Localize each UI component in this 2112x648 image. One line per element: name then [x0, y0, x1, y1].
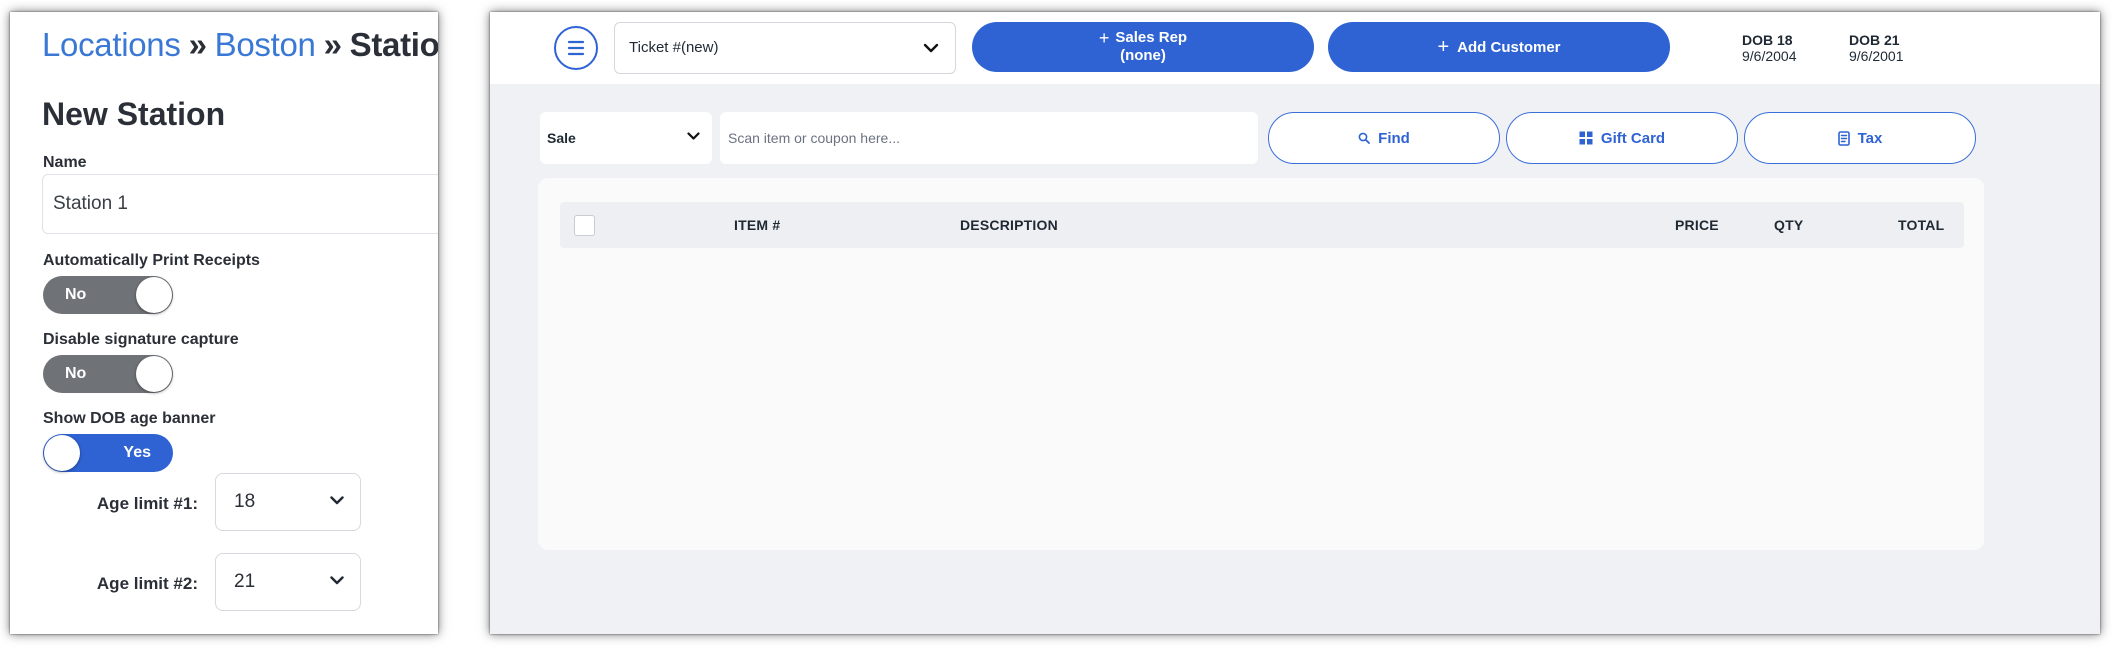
station-name-input[interactable] — [42, 174, 438, 234]
ticket-items-card: ITEM # DESCRIPTION PRICE QTY TOTAL — [538, 178, 1984, 550]
age-limit-2-label: Age limit #2: — [96, 574, 198, 593]
dob-banner-date: 9/6/2004 — [1742, 48, 1797, 64]
column-header-price: PRICE — [1675, 217, 1719, 233]
name-label: Name — [43, 154, 87, 171]
dob-banner-label: DOB 21 — [1849, 32, 1900, 48]
disable-signature-toggle[interactable]: No — [43, 355, 173, 393]
add-customer-label: Add Customer — [1457, 38, 1561, 56]
age-limit-2-select[interactable]: 21 — [215, 553, 361, 611]
receipt-icon — [1837, 130, 1850, 146]
age-limit-1-select[interactable]: 18 — [215, 473, 361, 531]
page-title: New Station — [42, 96, 226, 132]
column-header-item: ITEM # — [734, 217, 781, 233]
find-button[interactable]: Find — [1268, 112, 1500, 164]
search-icon — [1358, 132, 1371, 144]
column-header-qty: QTY — [1774, 217, 1804, 233]
disable-signature-label: Disable signature capture — [43, 331, 239, 348]
column-header-description: DESCRIPTION — [960, 217, 1058, 233]
hamburger-icon — [567, 40, 585, 56]
scan-item-input[interactable] — [720, 112, 1258, 164]
toggle-knob — [136, 277, 172, 313]
breadcrumb: Locations»Boston»Stations — [42, 26, 438, 64]
sales-rep-label: Sales Rep — [1115, 29, 1188, 46]
breadcrumb-locations-link[interactable]: Locations — [42, 26, 181, 63]
station-settings-panel: Locations»Boston»Stations New Station Na… — [10, 12, 438, 634]
toggle-state-label: No — [65, 286, 87, 303]
chevron-down-icon — [923, 43, 939, 53]
tax-button[interactable]: Tax — [1744, 112, 1976, 164]
breadcrumb-boston-link[interactable]: Boston — [215, 26, 316, 63]
pos-ticket-panel: Ticket #(new) + Sales Rep (none) + Add C… — [490, 12, 2100, 634]
pos-header: Ticket #(new) + Sales Rep (none) + Add C… — [490, 12, 2100, 84]
age-limit-1-label: Age limit #1: — [96, 494, 198, 513]
select-all-checkbox[interactable] — [574, 215, 595, 236]
dob-banner-18: DOB 18 9/6/2004 — [1742, 32, 1797, 64]
breadcrumb-separator: » — [323, 26, 342, 63]
dob-banner-label: Show DOB age banner — [43, 410, 216, 427]
sales-rep-button[interactable]: + Sales Rep (none) — [972, 22, 1314, 72]
toggle-state-label: Yes — [123, 444, 151, 461]
menu-button[interactable] — [554, 26, 598, 70]
chevron-down-icon — [330, 496, 344, 505]
gift-card-icon — [1579, 131, 1593, 145]
add-customer-button[interactable]: + Add Customer — [1328, 22, 1670, 72]
toggle-knob — [136, 356, 172, 392]
gift-card-label: Gift Card — [1600, 129, 1666, 147]
dob-banner-21: DOB 21 9/6/2001 — [1849, 32, 1904, 64]
breadcrumb-current: Stations — [349, 26, 438, 63]
auto-print-label: Automatically Print Receipts — [43, 252, 260, 269]
breadcrumb-separator: » — [188, 26, 207, 63]
auto-print-toggle[interactable]: No — [43, 276, 173, 314]
find-label: Find — [1378, 129, 1410, 147]
sales-rep-value: (none) — [1120, 47, 1166, 64]
sale-type-value: Sale — [547, 130, 576, 146]
toggle-knob — [44, 435, 80, 471]
plus-icon: + — [1437, 36, 1450, 58]
sale-type-select[interactable]: Sale — [540, 112, 712, 164]
items-table-header: ITEM # DESCRIPTION PRICE QTY TOTAL — [560, 202, 1964, 248]
dob-banner-toggle[interactable]: Yes — [43, 434, 173, 472]
ticket-select[interactable]: Ticket #(new) — [614, 22, 956, 74]
age-limit-1-value: 18 — [234, 491, 256, 512]
column-header-total: TOTAL — [1898, 217, 1945, 233]
ticket-select-value: Ticket #(new) — [629, 39, 719, 56]
screenshot-root: Locations»Boston»Stations New Station Na… — [0, 0, 2112, 648]
dob-banner-label: DOB 18 — [1742, 32, 1793, 48]
chevron-down-icon — [330, 576, 344, 585]
toggle-state-label: No — [65, 365, 87, 382]
age-limit-2-value: 21 — [234, 571, 256, 592]
tax-label: Tax — [1857, 129, 1883, 147]
dob-banner-date: 9/6/2001 — [1849, 48, 1904, 64]
chevron-down-icon — [687, 132, 700, 140]
plus-icon: + — [1098, 28, 1110, 48]
gift-card-button[interactable]: Gift Card — [1506, 112, 1738, 164]
